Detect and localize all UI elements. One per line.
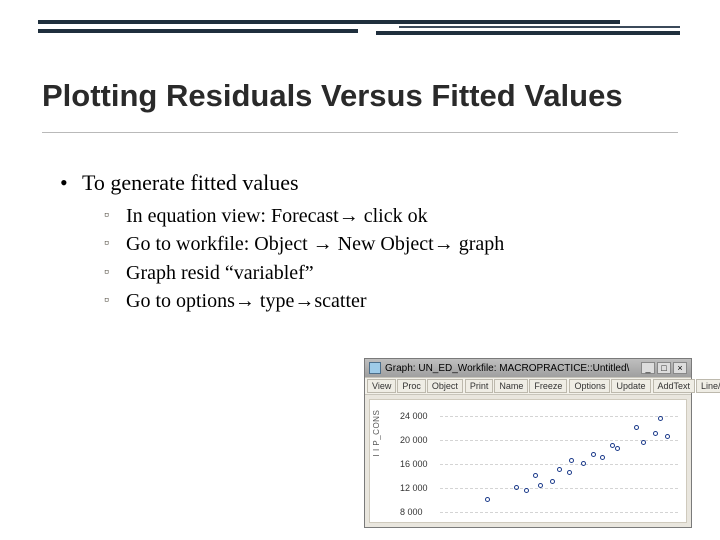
toolbar-freeze-button[interactable]: Freeze — [529, 379, 567, 393]
data-point — [524, 488, 529, 493]
sub-bullet-text: Graph resid “variablef” — [126, 260, 314, 286]
close-button[interactable]: × — [673, 362, 687, 374]
gridline — [440, 464, 678, 465]
window-controls: _ □ × — [641, 362, 687, 374]
y-tick: 20 000 — [400, 435, 428, 445]
data-point — [581, 461, 586, 466]
sub-bullet-mark: ▫ — [104, 231, 118, 257]
data-point — [641, 440, 646, 445]
y-tick: 16 000 — [400, 459, 428, 469]
data-point — [485, 497, 490, 502]
data-point — [634, 425, 639, 430]
toolbar-view-button[interactable]: View — [367, 379, 396, 393]
data-point — [514, 485, 519, 490]
y-tick: 24 000 — [400, 411, 428, 421]
y-axis-label: I I P_CONS — [372, 410, 381, 457]
toolbar-name-button[interactable]: Name — [494, 379, 528, 393]
toolbar-update-button[interactable]: Update — [611, 379, 650, 393]
sub-bullet-text: In equation view: Forecast→ click ok — [126, 203, 428, 229]
sub-bullet-mark: ▫ — [104, 288, 118, 314]
toolbar-proc-button[interactable]: Proc — [397, 379, 426, 393]
bullet-text: To generate fitted values — [82, 168, 299, 197]
data-point — [615, 446, 620, 451]
minimize-button[interactable]: _ — [641, 362, 655, 374]
sub-bullet: ▫ Graph resid “variablef” — [104, 260, 680, 286]
sub-bullet-text: Go to options→ type→scatter — [126, 288, 367, 314]
data-point — [591, 452, 596, 457]
maximize-button[interactable]: □ — [657, 362, 671, 374]
data-point — [533, 473, 538, 478]
data-point — [665, 434, 670, 439]
scatter-plot: I I P_CONS 24 000 20 000 16 000 12 000 8 000 — [369, 399, 687, 523]
toolbar-lineshade-button[interactable]: Line/Shade — [696, 379, 720, 393]
data-point — [658, 416, 663, 421]
sub-bullet: ▫ Go to workfile: Object → New Object→ gr… — [104, 231, 680, 257]
bullet-mark: • — [60, 168, 72, 197]
data-point — [557, 467, 562, 472]
toolbar-addtext-button[interactable]: AddText — [653, 379, 696, 393]
toolbar-options-button[interactable]: Options — [569, 379, 610, 393]
data-point — [569, 458, 574, 463]
sub-bullet: ▫ In equation view: Forecast→ click ok — [104, 203, 680, 229]
toolbar-print-button[interactable]: Print — [465, 379, 494, 393]
gridline — [440, 488, 678, 489]
header-decoration — [38, 20, 620, 70]
toolbar: ViewProcObjectPrintNameFreezeOptionsUpda… — [365, 377, 691, 395]
data-point — [653, 431, 658, 436]
slide: Plotting Residuals Versus Fitted Values … — [0, 0, 720, 540]
toolbar-object-button[interactable]: Object — [427, 379, 463, 393]
window-titlebar: Graph: UN_ED_Workfile: MACROPRACTICE::Un… — [365, 359, 691, 377]
y-tick: 8 000 — [400, 507, 423, 517]
sub-bullet-mark: ▫ — [104, 260, 118, 286]
slide-body: • To generate fitted values ▫ In equation… — [60, 168, 680, 317]
gridline — [440, 416, 678, 417]
data-point — [567, 470, 572, 475]
bullet-lvl1: • To generate fitted values — [60, 168, 680, 197]
window-title-text: Graph: UN_ED_Workfile: MACROPRACTICE::Un… — [385, 363, 629, 374]
data-point — [600, 455, 605, 460]
app-icon — [369, 362, 381, 374]
sub-bullet-text: Go to workfile: Object → New Object→ gra… — [126, 231, 504, 257]
sub-bullet: ▫ Go to options→ type→scatter — [104, 288, 680, 314]
sub-bullet-mark: ▫ — [104, 203, 118, 229]
y-tick: 12 000 — [400, 483, 428, 493]
sub-bullets: ▫ In equation view: Forecast→ click ok ▫ Go… — [104, 203, 680, 315]
slide-title: Plotting Residuals Versus Fitted Values — [42, 78, 678, 133]
eviews-window: Graph: UN_ED_Workfile: MACROPRACTICE::Un… — [364, 358, 692, 528]
data-point — [550, 479, 555, 484]
gridline — [440, 512, 678, 513]
